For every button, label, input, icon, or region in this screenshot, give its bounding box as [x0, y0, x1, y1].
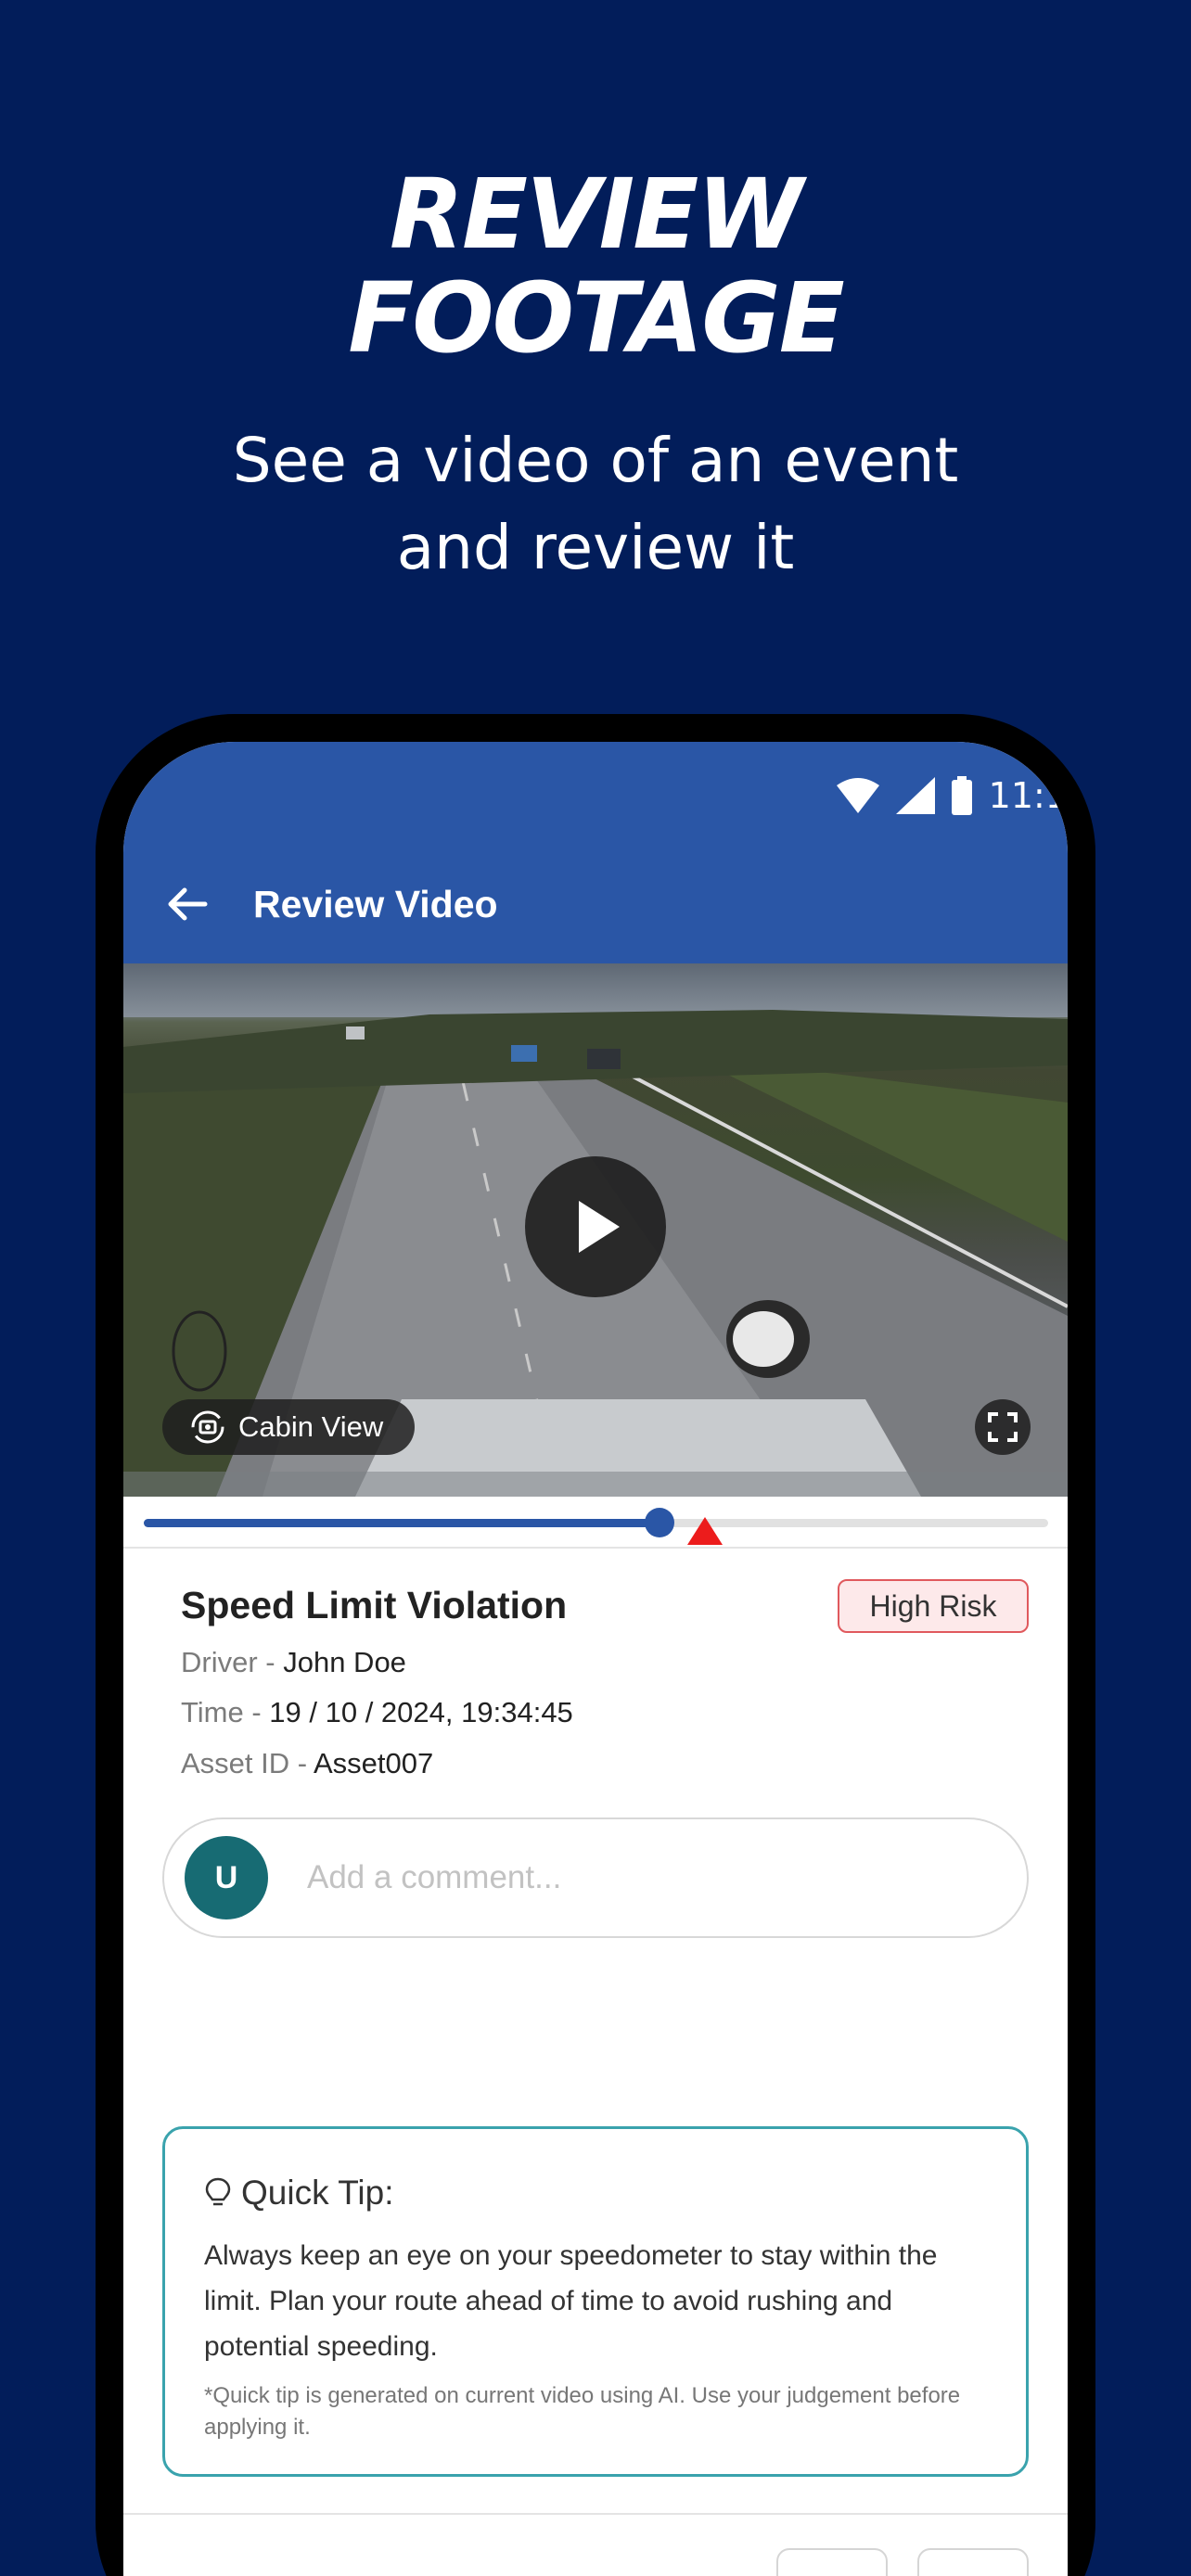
cabin-camera-icon — [191, 1410, 224, 1444]
phone-screen: 11:1 Review Video Cabin View Speed Limit… — [123, 742, 1068, 2576]
driver-value: John Doe — [283, 1646, 406, 1678]
time-row: Time - 19 / 10 / 2024, 19:34:45 — [181, 1694, 573, 1731]
promo-title-line1: REVIEW — [389, 158, 803, 271]
cabin-view-label: Cabin View — [238, 1410, 384, 1443]
timeline-scrubber[interactable] — [644, 1508, 674, 1537]
page-title: Review Video — [253, 883, 498, 925]
promo-subtitle-line2: and review it — [396, 512, 795, 583]
play-icon — [579, 1201, 620, 1253]
promo-title: REVIEW FOOTAGE — [0, 162, 1191, 370]
video-player[interactable]: Cabin View — [123, 963, 1068, 1497]
quick-tip-header: Quick Tip: — [204, 2174, 987, 2213]
quick-tip-card: Quick Tip: Always keep an eye on your sp… — [162, 2126, 1029, 2477]
promo-subtitle: See a video of an event and review it — [0, 417, 1191, 592]
quick-tip-note: *Quick tip is generated on current video… — [204, 2383, 961, 2440]
asset-value: Asset007 — [313, 1747, 434, 1779]
time-label: Time - — [181, 1696, 270, 1728]
driver-row: Driver - John Doe — [181, 1644, 406, 1681]
arrow-left-icon — [168, 887, 208, 921]
avatar: U — [185, 1836, 268, 1919]
promo-subtitle-line1: See a video of an event — [232, 425, 959, 496]
timeline-progress — [144, 1519, 660, 1527]
time-value: 19 / 10 / 2024, 19:34:45 — [269, 1696, 573, 1728]
risk-badge: High Risk — [838, 1579, 1029, 1633]
event-title: Speed Limit Violation — [181, 1584, 568, 1626]
wifi-icon — [836, 778, 879, 813]
fullscreen-icon — [988, 1412, 1018, 1442]
asset-label: Asset ID - — [181, 1747, 314, 1779]
play-button[interactable] — [525, 1156, 666, 1297]
status-time: 11:1 — [988, 775, 1068, 816]
fullscreen-button[interactable] — [975, 1399, 1031, 1455]
bottom-action-button-1[interactable] — [776, 2548, 888, 2576]
battery-icon — [951, 776, 972, 815]
bottom-action-button-2[interactable] — [917, 2548, 1029, 2576]
comment-box[interactable]: U — [162, 1817, 1029, 1938]
quick-tip-body: Always keep an eye on your speedometer t… — [204, 2240, 938, 2362]
quick-tip-heading: Quick Tip: — [241, 2174, 394, 2212]
timeline-track[interactable] — [144, 1519, 1048, 1527]
app-bar: 11:1 Review Video — [123, 742, 1068, 963]
asset-row: Asset ID - Asset007 — [181, 1745, 433, 1782]
promo-title-line2: FOOTAGE — [348, 261, 845, 375]
bottom-action-bar — [123, 2513, 1068, 2576]
back-button[interactable] — [162, 879, 212, 929]
event-marker-icon[interactable] — [686, 1517, 723, 1545]
driver-label: Driver - — [181, 1646, 284, 1678]
cabin-view-button[interactable]: Cabin View — [162, 1399, 416, 1455]
signal-icon — [895, 777, 935, 814]
comment-input[interactable] — [307, 1859, 956, 1896]
video-overlay-strip — [123, 1472, 1068, 1497]
lightbulb-icon — [205, 2177, 231, 2206]
status-bar: 11:1 — [836, 768, 1068, 823]
video-timeline[interactable] — [123, 1497, 1068, 1549]
